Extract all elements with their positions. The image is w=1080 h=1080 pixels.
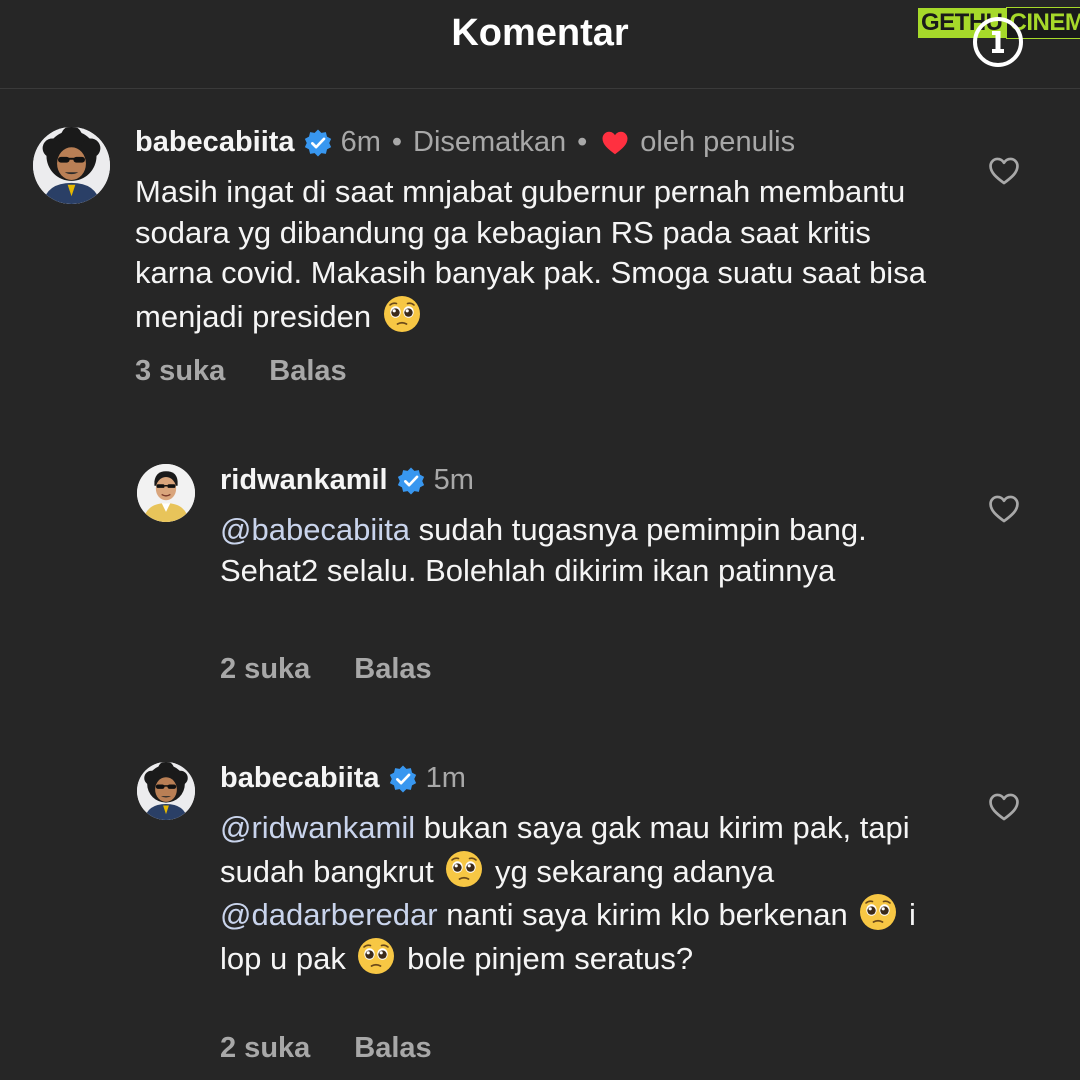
mention-link[interactable]: @ridwankamil xyxy=(220,810,415,845)
like-count[interactable]: 2 suka xyxy=(220,1032,310,1065)
pinned-label: Disematkan xyxy=(413,126,567,158)
comment-body: Masih ingat di saat mnjabat gubernur per… xyxy=(135,174,926,334)
separator-dot: • xyxy=(391,126,403,158)
like-count[interactable]: 3 suka xyxy=(135,355,225,388)
comment-username[interactable]: babecabiita xyxy=(220,762,380,795)
mention-link[interactable]: @dadarberedar xyxy=(220,897,438,932)
separator-dot: • xyxy=(577,126,588,158)
comment-time: 5m xyxy=(433,464,474,496)
comment-actions: 2 suka Balas xyxy=(220,653,432,686)
comment-body: yg sekarang adanya xyxy=(494,853,775,889)
pleading-face-emoji xyxy=(382,294,422,334)
like-count[interactable]: 2 suka xyxy=(220,653,310,686)
like-outline-icon[interactable] xyxy=(987,154,1021,188)
reply-button[interactable]: Balas xyxy=(354,1032,431,1065)
avatar[interactable] xyxy=(33,127,110,204)
comment-meta: ridwankamil 5m xyxy=(220,464,474,497)
comment-actions: 3 suka Balas xyxy=(135,355,347,388)
verified-badge-icon xyxy=(388,764,418,794)
mention-link[interactable]: @babecabiita xyxy=(220,512,410,547)
heart-icon xyxy=(600,128,630,158)
comment-text: @ridwankamil bukan saya gak mau kirim pa… xyxy=(220,808,920,979)
comment-username[interactable]: ridwankamil xyxy=(220,464,388,497)
verified-badge-icon xyxy=(396,466,426,496)
comments-header: Komentar GETHUCINEMA xyxy=(0,0,1080,89)
comment-meta: babecabiita 1m xyxy=(220,762,466,795)
comment-time: 6m xyxy=(340,126,381,158)
info-icon[interactable] xyxy=(972,16,1024,68)
comment-text: Masih ingat di saat mnjabat gubernur per… xyxy=(135,172,955,337)
pleading-face-emoji xyxy=(858,892,898,932)
comment-time: 1m xyxy=(425,762,466,794)
comment-meta: babecabiita 6m • Disematkan • oleh penul… xyxy=(135,126,795,159)
comment-body: nanti saya kirim klo berkenan xyxy=(446,897,848,932)
verified-badge-icon xyxy=(303,128,333,158)
reply-button[interactable]: Balas xyxy=(269,355,346,388)
reply-button[interactable]: Balas xyxy=(354,653,431,686)
pleading-face-emoji xyxy=(356,936,396,976)
comment-body: bole pinjem seratus? xyxy=(407,940,694,976)
comment-text: @babecabiita sudah tugasnya pemimpin ban… xyxy=(220,510,920,591)
like-outline-icon[interactable] xyxy=(987,790,1021,824)
comment-username[interactable]: babecabiita xyxy=(135,126,295,159)
avatar[interactable] xyxy=(137,464,195,522)
avatar[interactable] xyxy=(137,762,195,820)
pleading-face-emoji xyxy=(444,849,484,889)
liked-by-author-label: oleh penulis xyxy=(640,126,796,158)
like-outline-icon[interactable] xyxy=(987,492,1021,526)
comment-actions: 2 suka Balas xyxy=(220,1032,432,1065)
